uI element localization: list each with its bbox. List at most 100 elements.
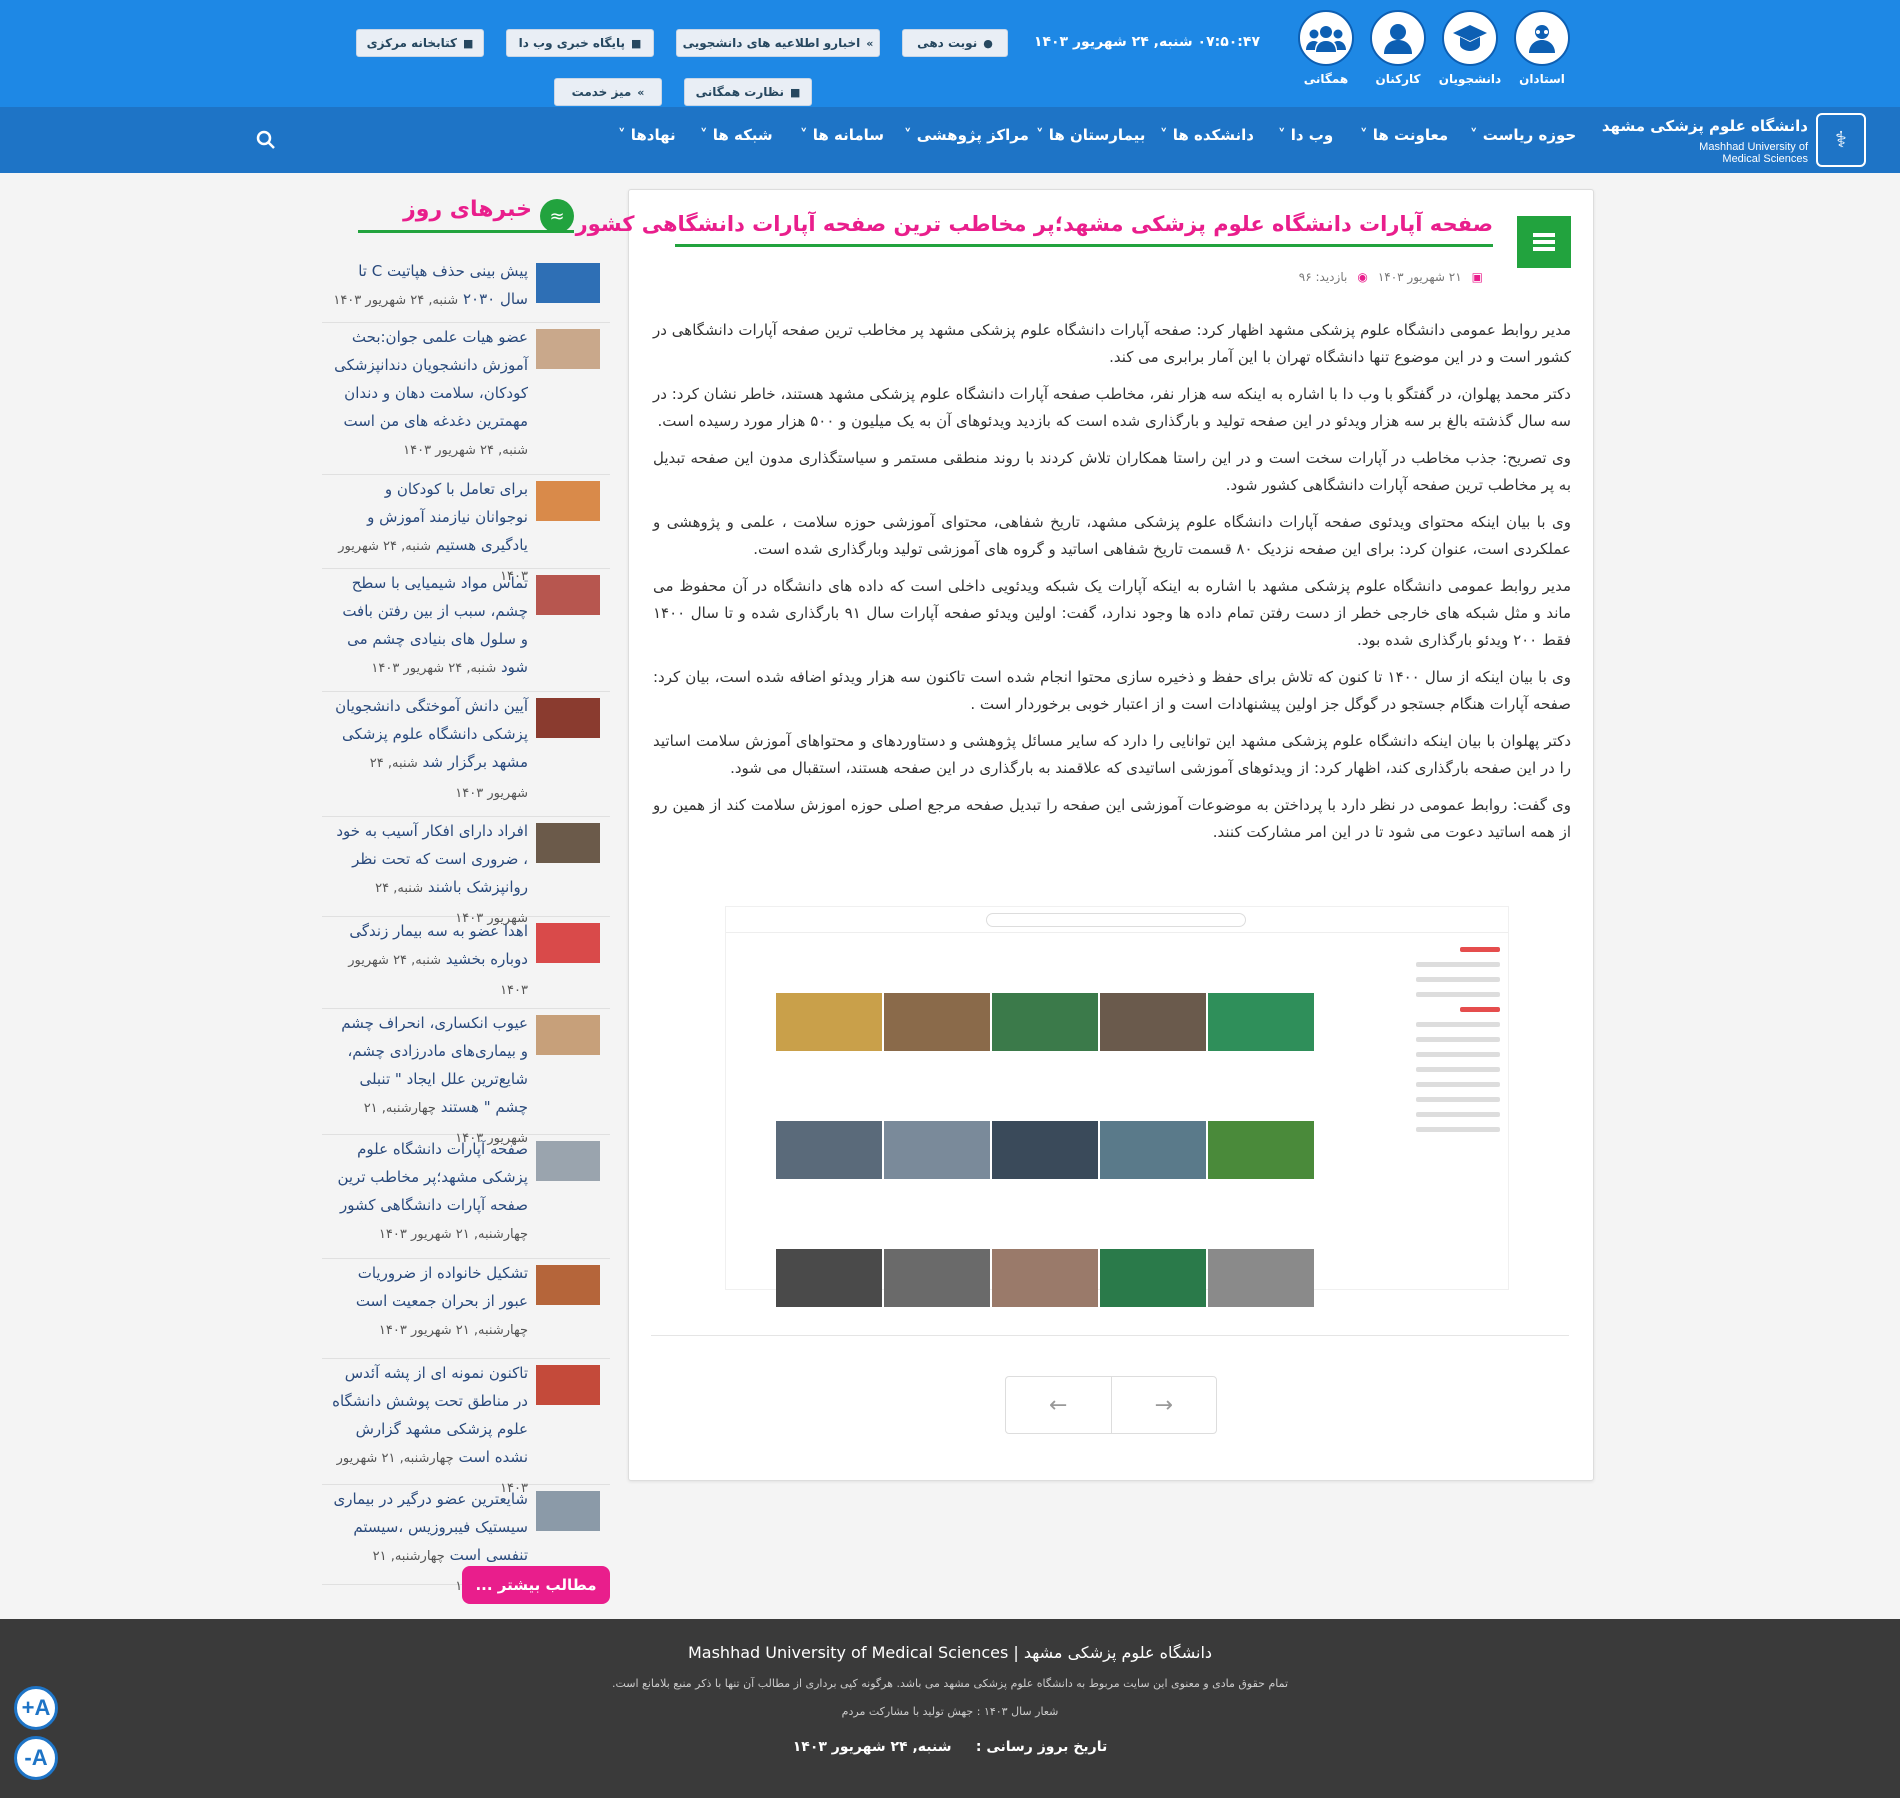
next-article-button[interactable]: → bbox=[1112, 1377, 1217, 1433]
role-label: همگانی bbox=[1303, 72, 1349, 86]
news-item-title[interactable]: عضو هیات علمی جوان:بحث آموزش دانشجویان د… bbox=[334, 328, 528, 430]
article-pager: → ← bbox=[1005, 1376, 1217, 1434]
footer: دانشگاه علوم پزشکی مشهد | Mashhad Univer… bbox=[0, 1619, 1900, 1798]
news-item-text: عضو هیات علمی جوان:بحث آموزش دانشجویان د… bbox=[332, 323, 528, 465]
role-label: کارکنان bbox=[1375, 72, 1421, 86]
news-item-date: شنبه, ۲۴ شهریور ۱۴۰۳ bbox=[333, 293, 459, 308]
central-library-button[interactable]: ■ کتابخانه مرکزی bbox=[356, 29, 484, 57]
news-list-item[interactable]: صفحه آپارات دانشگاه علوم پزشکی مشهد؛پر م… bbox=[322, 1135, 610, 1259]
webda-news-button[interactable]: ■ پایگاه خبری وب دا bbox=[506, 29, 654, 57]
service-desk-button[interactable]: » میز خدمت bbox=[554, 78, 662, 106]
article-paragraph: دکتر محمد پهلوان، در گفتگو با وب دا با ا… bbox=[653, 385, 1571, 430]
public-oversight-button[interactable]: ■ نظارت همگانی bbox=[684, 78, 812, 106]
button-label: نوبت دهی bbox=[917, 36, 978, 50]
news-item-text: پیش بینی حذف هپاتیت C تا سال ۲۰۳۰ شنبه, … bbox=[332, 257, 528, 315]
calendar-icon: ▣ bbox=[1471, 270, 1483, 284]
news-list-item[interactable]: تاکنون نمونه ای از پشه آئدس در مناطق تحت… bbox=[322, 1359, 610, 1496]
professor-icon bbox=[1514, 10, 1570, 66]
nav-item-presidency[interactable]: حوزه ریاست ˅ bbox=[1470, 126, 1576, 144]
news-list-item[interactable]: تماس مواد شیمیایی با سطح چشم، سبب از بین… bbox=[322, 569, 610, 692]
role-students[interactable]: دانشجویان bbox=[1434, 10, 1506, 86]
news-thumbnail-image bbox=[536, 1265, 600, 1305]
role-label: استادان bbox=[1519, 72, 1565, 86]
article-paragraph: وی گفت: روابط عمومی در نظر دارد با پرداخ… bbox=[653, 796, 1571, 841]
rss-icon: ≈ bbox=[540, 199, 574, 233]
role-public[interactable]: همگانی bbox=[1290, 10, 1362, 86]
article-paragraph: مدیر روابط عمومی دانشگاه علوم پزشکی مشهد… bbox=[653, 577, 1572, 649]
eye-icon: ◉ bbox=[1357, 270, 1368, 284]
article-divider bbox=[651, 1335, 1569, 1336]
role-staff[interactable]: کارکنان bbox=[1362, 10, 1434, 86]
nav-item-research-centers[interactable]: مراکز پژوهشی ˅ bbox=[904, 126, 1029, 144]
university-emblem-icon: ⚕ bbox=[1816, 113, 1866, 167]
nav-item-faculties[interactable]: دانشکده ها ˅ bbox=[1160, 126, 1254, 144]
news-item-title[interactable]: تشکیل خانواده از ضروریات عبور از بحران ج… bbox=[356, 1264, 528, 1310]
news-list-item[interactable]: تشکیل خانواده از ضروریات عبور از بحران ج… bbox=[322, 1259, 610, 1359]
news-thumbnail-image bbox=[536, 1365, 600, 1405]
role-professors[interactable]: استادان bbox=[1506, 10, 1578, 86]
news-item-title[interactable]: صفحه آپارات دانشگاه علوم پزشکی مشهد؛پر م… bbox=[337, 1140, 528, 1214]
news-list-item[interactable]: آیین دانش آموختگی دانشجویان پزشکی دانشگا… bbox=[322, 692, 610, 817]
font-decrease-button[interactable]: A- bbox=[14, 1736, 58, 1780]
nav-item-deputies[interactable]: معاونت ها ˅ bbox=[1360, 126, 1448, 144]
sidebar-title: خبرهای روز bbox=[403, 197, 532, 222]
news-thumbnail-image bbox=[536, 698, 600, 738]
nav-item-webda[interactable]: وب دا ˅ bbox=[1278, 126, 1333, 144]
news-list-item[interactable]: عیوب انکساری، انحراف چشم و بیماری‌های ما… bbox=[322, 1009, 610, 1146]
news-item-date: چهارشنبه, ۲۱ شهریور ۱۴۰۳ bbox=[378, 1227, 528, 1242]
more-news-button[interactable]: مطالب بیشتر ... bbox=[462, 1566, 610, 1604]
logo-text-en: Mashhad University of Medical Sciences bbox=[1699, 141, 1808, 165]
graduation-cap-icon bbox=[1442, 10, 1498, 66]
group-users-icon bbox=[1298, 10, 1354, 66]
article-paragraph: وی با بیان اینکه محتوای ویدئوی صفحه آپار… bbox=[653, 513, 1571, 558]
document-list-icon bbox=[1517, 216, 1571, 268]
font-increase-button[interactable]: A+ bbox=[14, 1686, 58, 1730]
university-logo[interactable]: ⚕ دانشگاه علوم پزشکی مشهد Mashhad Univer… bbox=[1602, 113, 1866, 167]
document-icon: ■ bbox=[789, 85, 801, 99]
news-item-text: تاکنون نمونه ای از پشه آئدس در مناطق تحت… bbox=[332, 1359, 528, 1503]
news-item-text: عیوب انکساری، انحراف چشم و بیماری‌های ما… bbox=[332, 1009, 528, 1153]
news-item-text: آیین دانش آموختگی دانشجویان پزشکی دانشگا… bbox=[332, 692, 528, 808]
news-list-item[interactable]: افراد دارای افکار آسیب به خود ، ضروری اس… bbox=[322, 817, 610, 926]
news-item-text: تشکیل خانواده از ضروریات عبور از بحران ج… bbox=[332, 1259, 528, 1345]
news-item-title[interactable]: آیین دانش آموختگی دانشجویان پزشکی دانشگا… bbox=[335, 697, 528, 771]
news-list-item[interactable]: پیش بینی حذف هپاتیت C تا سال ۲۰۳۰ شنبه, … bbox=[322, 257, 610, 323]
news-thumbnail-image bbox=[536, 923, 600, 963]
news-thumbnail-image bbox=[536, 1141, 600, 1181]
news-list-item[interactable]: عضو هیات علمی جوان:بحث آموزش دانشجویان د… bbox=[322, 323, 610, 475]
news-item-date: شنبه, ۲۴ شهریور ۱۴۰۳ bbox=[403, 443, 528, 458]
search-icon[interactable] bbox=[256, 130, 276, 150]
nav-item-systems[interactable]: سامانه ها ˅ bbox=[800, 126, 884, 144]
article-paragraph: وی تصریح: جذب مخاطب در آپارات سخت است و … bbox=[653, 449, 1571, 494]
news-item-text: تماس مواد شیمیایی با سطح چشم، سبب از بین… bbox=[332, 569, 528, 683]
user-icon: ● bbox=[983, 36, 993, 50]
appointment-button[interactable]: ● نوبت دهی bbox=[902, 29, 1008, 57]
footer-update: تاریخ بروز رسانی : شنبه, ۲۴ شهریور ۱۴۰۳ bbox=[792, 1739, 1108, 1755]
news-thumbnail-image bbox=[536, 823, 600, 863]
news-list-item[interactable]: اهدا عضو به سه بیمار زندگی دوباره بخشید … bbox=[322, 917, 610, 1009]
news-item-text: صفحه آپارات دانشگاه علوم پزشکی مشهد؛پر م… bbox=[332, 1135, 528, 1249]
nav-item-hospitals[interactable]: بیمارستان ها ˅ bbox=[1036, 126, 1145, 144]
article-meta: ▣ ۲۱ شهریور ۱۴۰۳ ◉ بازدید: ۹۶ bbox=[1299, 270, 1483, 284]
double-chevron-icon: » bbox=[866, 36, 874, 50]
logo-text-fa: دانشگاه علوم پزشکی مشهد bbox=[1601, 117, 1808, 135]
aparat-page-screenshot-image bbox=[725, 906, 1509, 1307]
article-date: ۲۱ شهریور ۱۴۰۳ bbox=[1377, 270, 1462, 284]
staff-user-icon bbox=[1370, 10, 1426, 66]
nav-item-institutions[interactable]: نهادها ˅ bbox=[618, 126, 676, 144]
news-item-text: اهدا عضو به سه بیمار زندگی دوباره بخشید … bbox=[332, 917, 528, 1005]
news-item-date: چهارشنبه, ۲۱ شهریور ۱۴۰۳ bbox=[378, 1323, 528, 1338]
news-item-text: افراد دارای افکار آسیب به خود ، ضروری اس… bbox=[332, 817, 528, 933]
button-label: کتابخانه مرکزی bbox=[366, 36, 457, 50]
nav-item-networks[interactable]: شبکه ها ˅ bbox=[700, 126, 773, 144]
sidebar-header: ≈ خبرهای روز bbox=[358, 197, 574, 233]
news-thumbnail-image bbox=[536, 329, 600, 369]
student-news-button[interactable]: » اخبارو اطلاعیه های دانشجویی bbox=[676, 29, 880, 57]
datetime-display: ۰۷:۵۰:۴۷ شنبه, ۲۴ شهریور ۱۴۰۳ bbox=[1033, 34, 1260, 50]
role-label: دانشجویان bbox=[1438, 72, 1502, 86]
news-item-date: شنبه, ۲۴ شهریور ۱۴۰۳ bbox=[371, 661, 497, 676]
previous-article-button[interactable]: ← bbox=[1006, 1377, 1112, 1433]
article-paragraph: مدیر روابط عمومی دانشگاه علوم پزشکی مشهد… bbox=[653, 321, 1571, 366]
news-item-title[interactable]: افراد دارای افکار آسیب به خود ، ضروری اس… bbox=[336, 822, 528, 896]
news-list-item[interactable]: برای تعامل با کودکان و نوجوانان نیازمند … bbox=[322, 475, 610, 584]
